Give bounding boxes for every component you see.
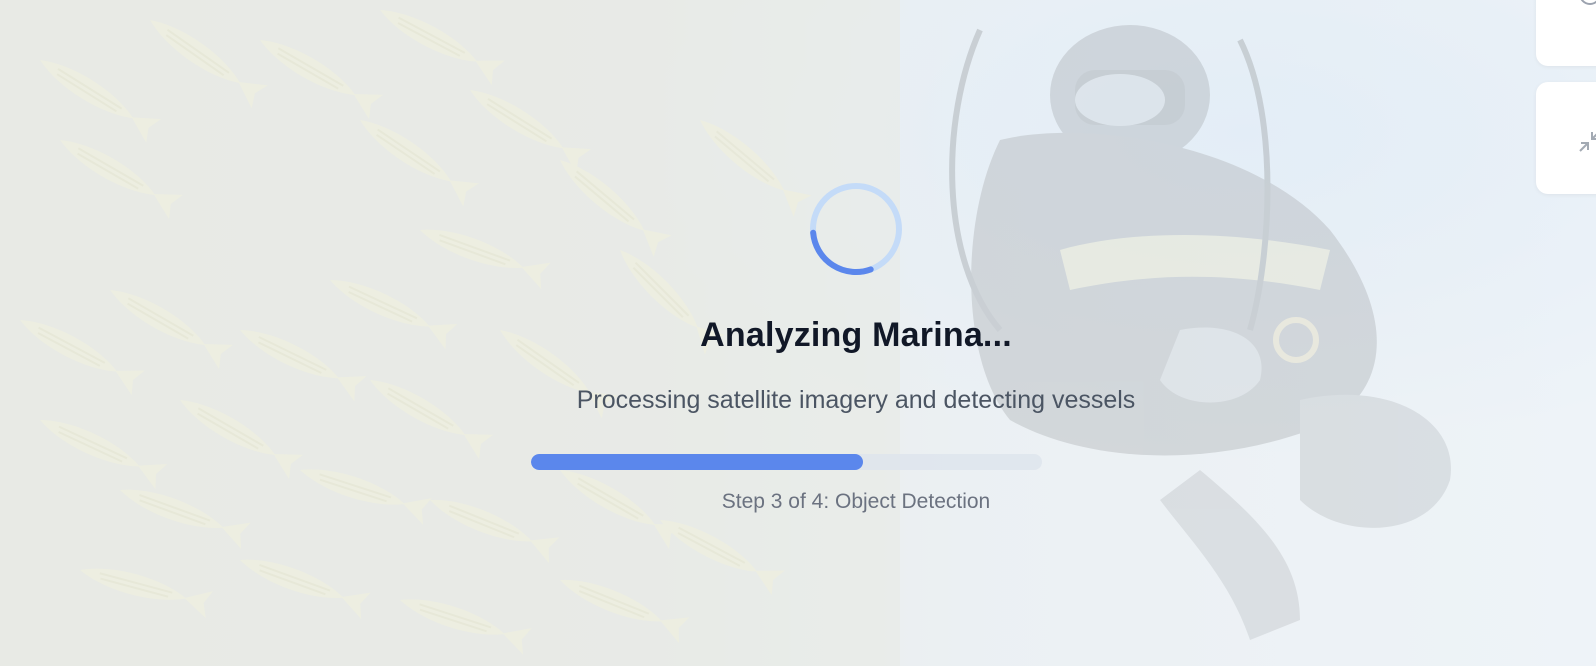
map-control-fullscreen[interactable] [1536,82,1596,194]
loading-spinner-icon [808,181,904,277]
zoom-in-icon[interactable] [1576,0,1596,12]
collapse-icon[interactable] [1576,127,1596,159]
loading-subtitle: Processing satellite imagery and detecti… [576,386,1136,414]
map-control-zoom[interactable] [1536,0,1596,66]
progress-bar-fill [531,454,864,470]
progress-bar [531,454,1042,470]
progress-step-label: Step 3 of 4: Object Detection [721,490,991,513]
loading-title: Analyzing Marina... [700,316,1012,354]
